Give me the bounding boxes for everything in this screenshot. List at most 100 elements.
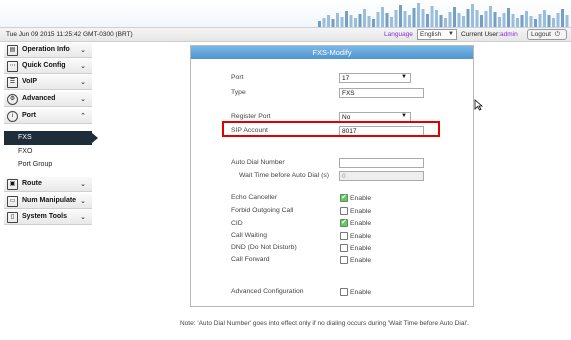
equalizer-bar bbox=[462, 16, 465, 27]
dnd-label: DND (Do Not Disturb) bbox=[231, 244, 297, 251]
panel-title: FXS-Modify bbox=[191, 46, 473, 59]
equalizer-bar bbox=[430, 6, 434, 27]
equalizer-bar bbox=[322, 18, 326, 27]
sidebar-subitem-port-group[interactable]: Port Group bbox=[4, 158, 92, 172]
call-forward-checkbox[interactable] bbox=[340, 256, 348, 264]
equalizer-bar bbox=[336, 13, 339, 27]
type-label: Type bbox=[231, 89, 246, 96]
sidebar-item-system-tools[interactable]: ▯ System Tools ⌄ bbox=[4, 210, 92, 225]
sidebar-item-label: Num Manipulate bbox=[22, 197, 77, 204]
equalizer-bar bbox=[349, 15, 353, 27]
equalizer-bar bbox=[444, 18, 447, 27]
equalizer-bar bbox=[412, 8, 416, 27]
wait-time-label: Wait Time before Auto Dial (s) bbox=[239, 172, 330, 179]
sip-account-highlight bbox=[222, 121, 440, 137]
equalizer-bar bbox=[390, 17, 393, 27]
sidebar-item-num-manipulate[interactable]: ▭ Num Manipulate ⌄ bbox=[4, 194, 92, 209]
voip-icon: ☰ bbox=[7, 77, 18, 88]
chevron-down-icon: ▼ bbox=[401, 113, 407, 119]
power-icon: ⏻ bbox=[554, 31, 560, 38]
register-port-value: No bbox=[342, 114, 351, 121]
chevron-down-icon: ⌄ bbox=[80, 198, 86, 205]
dnd-checkbox[interactable] bbox=[340, 244, 348, 252]
call-waiting-checkbox[interactable] bbox=[340, 232, 348, 240]
equalizer-bar bbox=[538, 14, 542, 27]
sidebar-item-label: Route bbox=[22, 180, 42, 187]
sidebar-item-operation-info[interactable]: ▤ Operation Info ⌄ bbox=[4, 43, 92, 58]
type-value: FXS bbox=[342, 90, 355, 97]
call-waiting-enable-label: Enable bbox=[350, 233, 372, 240]
port-select[interactable]: 17 ▼ bbox=[339, 73, 411, 83]
chevron-down-icon: ⌄ bbox=[80, 96, 86, 103]
equalizer-bar bbox=[385, 13, 389, 27]
logout-button[interactable]: Logout ⏻ bbox=[527, 29, 567, 40]
equalizer-bar bbox=[363, 9, 366, 27]
sidebar-item-label: VoIP bbox=[22, 78, 38, 85]
sidebar-item-advanced[interactable]: ⚙ Advanced ⌄ bbox=[4, 92, 92, 107]
equalizer-bar bbox=[376, 12, 380, 27]
echo-canceller-label: Echo Canceller bbox=[231, 194, 278, 201]
sidebar-item-quick-config[interactable]: ⋯ Quick Config ⌄ bbox=[4, 59, 92, 74]
call-forward-label: Call Forward bbox=[231, 256, 270, 263]
sidebar-subitem-fxs[interactable]: FXS bbox=[4, 131, 98, 145]
equalizer-bar bbox=[417, 3, 420, 27]
mouse-cursor-icon bbox=[474, 99, 483, 111]
equalizer-bar bbox=[354, 18, 357, 27]
sidebar-item-port[interactable]: i Port ⌃ bbox=[4, 109, 92, 124]
port-value: 17 bbox=[342, 75, 350, 82]
equalizer-bar bbox=[435, 10, 438, 27]
equalizer-bar bbox=[480, 15, 483, 27]
equalizer-bar bbox=[358, 14, 362, 27]
equalizer-bar bbox=[529, 16, 533, 27]
route-icon: ▣ bbox=[7, 179, 18, 190]
cid-checkbox[interactable] bbox=[340, 218, 348, 227]
equalizer-bar bbox=[498, 17, 501, 27]
cid-label: CID bbox=[231, 220, 243, 227]
equalizer-graphic bbox=[318, 3, 569, 27]
equalizer-bar bbox=[345, 11, 348, 27]
echo-canceller-checkbox[interactable] bbox=[340, 193, 348, 202]
auto-dial-field[interactable] bbox=[339, 158, 424, 168]
language-label: Language bbox=[384, 31, 413, 38]
equalizer-bar bbox=[484, 11, 488, 27]
chevron-down-icon: ▼ bbox=[401, 74, 407, 80]
sidebar-subitem-fxo[interactable]: FXO bbox=[4, 145, 92, 159]
chevron-down-icon: ⌄ bbox=[80, 181, 86, 188]
config-icon: ⋯ bbox=[7, 61, 18, 72]
echo-canceller-enable-label: Enable bbox=[350, 195, 372, 202]
info-icon: ▤ bbox=[7, 45, 18, 56]
sidebar-item-label: Operation Info bbox=[22, 46, 70, 53]
sidebar-item-label: System Tools bbox=[22, 213, 67, 220]
call-forward-enable-label: Enable bbox=[350, 257, 372, 264]
equalizer-bar bbox=[475, 10, 479, 27]
forbid-outgoing-enable-label: Enable bbox=[350, 208, 372, 215]
num-manipulate-icon: ▭ bbox=[7, 196, 18, 207]
equalizer-bar bbox=[439, 15, 443, 27]
forbid-outgoing-checkbox[interactable] bbox=[340, 207, 348, 215]
type-field[interactable]: FXS bbox=[339, 88, 424, 98]
port-label: Port bbox=[231, 74, 244, 81]
sidebar-subitem-label: FXS bbox=[18, 134, 32, 141]
equalizer-bar bbox=[511, 14, 515, 27]
gear-icon: ⚙ bbox=[7, 94, 18, 105]
wait-time-field[interactable]: 0 bbox=[339, 171, 424, 181]
equalizer-bar bbox=[466, 9, 470, 27]
sidebar-item-route[interactable]: ▣ Route ⌄ bbox=[4, 177, 92, 192]
equalizer-bar bbox=[453, 7, 456, 27]
equalizer-bar bbox=[561, 9, 564, 27]
equalizer-bar bbox=[471, 4, 474, 27]
dnd-enable-label: Enable bbox=[350, 245, 372, 252]
tools-icon: ▯ bbox=[7, 212, 18, 223]
register-port-label: Register Port bbox=[231, 113, 271, 120]
advanced-config-checkbox[interactable] bbox=[340, 288, 348, 296]
auto-dial-label: Auto Dial Number bbox=[231, 159, 285, 166]
fxs-modify-panel: FXS-Modify Port 17 ▼ Type FXS Register P… bbox=[190, 45, 474, 307]
equalizer-bar bbox=[367, 16, 371, 27]
language-select[interactable]: English ▼ bbox=[417, 29, 457, 40]
port-icon: i bbox=[7, 111, 18, 122]
equalizer-bar bbox=[381, 7, 384, 27]
equalizer-bar bbox=[457, 13, 461, 27]
sidebar-item-voip[interactable]: ☰ VoIP ⌄ bbox=[4, 75, 92, 90]
wait-time-value: 0 bbox=[342, 173, 346, 180]
equalizer-bar bbox=[516, 18, 519, 27]
